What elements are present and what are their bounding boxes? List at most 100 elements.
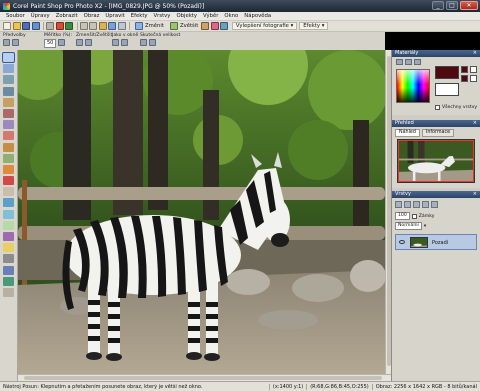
menu-upravy[interactable]: Úpravy [28, 13, 53, 19]
menu-efekty[interactable]: Efekty [128, 13, 151, 19]
rainbow-tab-icon[interactable] [405, 59, 412, 65]
red-eye-icon[interactable] [210, 22, 219, 30]
menu-napoveda[interactable]: Nápověda [241, 13, 274, 19]
horizontal-scroll-thumb[interactable] [24, 376, 382, 380]
effects-dropdown[interactable]: Efekty ▾ [299, 22, 329, 30]
straighten-tool-icon[interactable] [3, 108, 14, 118]
close-button[interactable]: ✕ [460, 1, 478, 10]
layer-item-background[interactable]: Pozadí [395, 234, 477, 250]
background-color-swatch[interactable] [435, 83, 459, 96]
zoom-percent-input[interactable]: 50 [44, 39, 57, 48]
smudge-tool-icon[interactable] [3, 220, 14, 230]
mask-icon[interactable] [422, 201, 429, 208]
horizontal-scrollbar[interactable] [18, 374, 391, 381]
overview-view-frame[interactable] [398, 140, 474, 182]
selection-tool-icon[interactable] [3, 75, 14, 85]
layers-close-icon[interactable]: × [473, 191, 477, 198]
fill-tool-icon[interactable] [3, 198, 14, 208]
eye-icon[interactable] [399, 240, 405, 244]
actual-size-icon[interactable] [140, 39, 147, 46]
print-icon[interactable] [46, 22, 54, 30]
fit-image-icon[interactable] [121, 39, 128, 46]
open-folder-icon[interactable] [12, 22, 21, 30]
new-layer-icon[interactable] [395, 201, 402, 208]
histogram-icon[interactable] [220, 22, 229, 30]
menu-okno[interactable]: Okno [221, 13, 241, 19]
presets-dropdown-icon[interactable] [12, 39, 19, 46]
eraser-tool-icon[interactable] [3, 187, 14, 197]
paint-brush-tool-icon[interactable] [3, 164, 14, 174]
enhance-photo-dropdown[interactable]: Vylepšení fotografie ▾ [231, 22, 298, 30]
menu-zobrazit[interactable]: Zobrazit [53, 13, 81, 19]
pen-tool-icon[interactable] [3, 276, 14, 286]
color-replacer-tool-icon[interactable] [3, 243, 14, 253]
redo-icon[interactable] [65, 22, 73, 30]
foreground-color-swatch[interactable] [435, 66, 459, 79]
shape-tool-icon[interactable] [3, 265, 14, 275]
fg-style-swatch[interactable] [461, 66, 468, 73]
crop-tool-icon[interactable] [3, 97, 14, 107]
makeover-tool-icon[interactable] [3, 142, 14, 152]
fit-window-icon[interactable] [112, 39, 119, 46]
fg-texture-swatch[interactable] [461, 75, 468, 82]
browse-icon[interactable] [108, 22, 116, 30]
menu-vyber[interactable]: Výběr [200, 13, 221, 19]
pan-tool-icon[interactable] [2, 52, 15, 63]
zoom-in-button[interactable]: Zvětšit [167, 22, 201, 30]
presets-icon[interactable] [3, 39, 10, 46]
menu-vrstvy[interactable]: Vrstvy [151, 13, 174, 19]
color-spectrum[interactable] [396, 69, 430, 103]
scan-icon[interactable] [31, 22, 40, 30]
perspective-tool-icon[interactable] [3, 120, 14, 130]
all-layers-checkbox[interactable]: Všechny vrstvy [435, 105, 477, 110]
picture-tube-tool-icon[interactable] [3, 232, 14, 241]
save-icon[interactable] [22, 22, 30, 30]
copy-icon[interactable] [89, 22, 97, 30]
overview-title-bar[interactable]: Přehled × [392, 120, 480, 127]
bg-style-swatch[interactable] [470, 66, 477, 73]
dodge-tool-icon[interactable] [3, 209, 14, 219]
airbrush-tool-icon[interactable] [3, 176, 14, 186]
clone-tool-icon[interactable] [3, 153, 14, 163]
pick-tool-icon[interactable] [3, 64, 14, 74]
all-layers-check-box[interactable] [435, 105, 440, 110]
lock-checkbox[interactable] [411, 213, 417, 219]
menu-upravit[interactable]: Upravit [102, 13, 127, 19]
opacity-input[interactable]: 100 [395, 212, 410, 220]
frame-tab-icon[interactable] [396, 59, 403, 65]
adjustment-layer-icon[interactable] [413, 201, 420, 208]
mesh-warp-tool-icon[interactable] [3, 287, 14, 297]
adjust-icon[interactable] [201, 22, 210, 30]
new-vector-layer-icon[interactable] [404, 201, 411, 208]
cut-icon[interactable] [79, 22, 88, 30]
layers-title-bar[interactable]: Vrstvy × [392, 191, 480, 198]
materials-close-icon[interactable]: × [473, 50, 477, 57]
zoom-out-icon[interactable] [76, 39, 83, 46]
swatches-tab-icon[interactable] [414, 59, 421, 65]
new-file-icon[interactable] [3, 22, 11, 30]
overview-close-icon[interactable]: × [473, 120, 477, 127]
materials-title-bar[interactable]: Materiály × [392, 50, 480, 57]
tab-info[interactable]: Informace [421, 129, 455, 137]
blend-mode-select[interactable]: Normální [395, 222, 422, 230]
minimize-button[interactable]: _ [432, 1, 444, 10]
undo-icon[interactable] [55, 22, 64, 30]
maximize-button[interactable]: □ [446, 1, 458, 10]
text-tool-icon[interactable] [3, 254, 14, 264]
blend-mode-chevron-down-icon[interactable]: ▾ [424, 224, 426, 229]
menu-objekty[interactable]: Objekty [173, 13, 200, 19]
zoom-in-icon[interactable] [85, 39, 92, 46]
red-eye-tool-icon[interactable] [3, 131, 14, 141]
tab-preview[interactable]: Náhled [395, 129, 420, 137]
bg-texture-swatch[interactable] [470, 75, 477, 82]
zoom-stepper-icon[interactable] [58, 39, 66, 46]
resize-button[interactable]: Změnit [132, 22, 167, 30]
menu-soubor[interactable]: Soubor [3, 13, 28, 19]
crop-icon[interactable] [117, 22, 126, 30]
menu-obraz[interactable]: Obraz [81, 13, 103, 19]
pan-icon[interactable] [149, 39, 156, 46]
image-canvas[interactable] [18, 50, 385, 374]
paste-icon[interactable] [98, 22, 107, 30]
dropper-tool-icon[interactable] [3, 86, 14, 96]
delete-layer-icon[interactable] [431, 201, 438, 208]
